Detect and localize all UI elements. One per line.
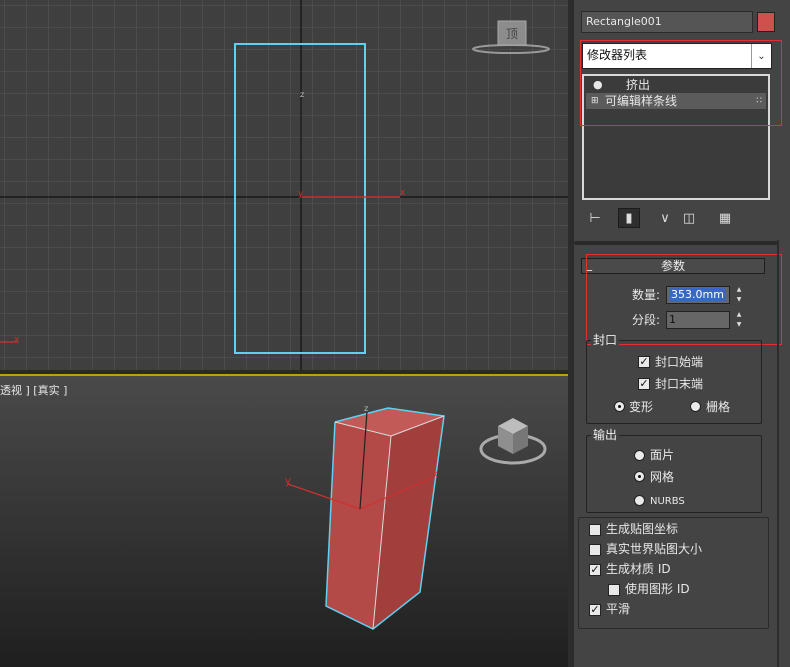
x-axis-label: x <box>432 469 438 480</box>
amount-spinner[interactable]: ▲ ▼ <box>734 286 744 304</box>
output-group-title: 输出 <box>591 427 620 443</box>
panel-scroll-divider <box>574 241 779 245</box>
world-axis-x-label: x <box>14 335 20 345</box>
perspective-viewport[interactable]: 透视 ] [真实 ] y x z <box>0 374 568 667</box>
morph-radio[interactable] <box>614 401 625 412</box>
object-color-swatch[interactable] <box>757 12 775 32</box>
gen-mat-id-checkbox[interactable]: ✓ <box>589 564 601 576</box>
show-end-result-icon[interactable]: ▮ <box>618 208 640 228</box>
smooth-label: 平滑 <box>606 602 631 616</box>
perspective-scene: y x z <box>285 404 547 630</box>
use-shape-id-label: 使用图形 ID <box>625 582 690 596</box>
modifier-list-dropdown[interactable]: 修改器列表 ⌄ <box>582 43 772 69</box>
amount-input[interactable]: 353.0mm <box>666 286 730 304</box>
modifier-stack[interactable]: ● 挤出 ⊞ 可编辑样条线 ∷ <box>582 74 770 200</box>
z-axis-label: z <box>364 404 368 413</box>
configure-sets-icon[interactable]: ▦ <box>714 208 736 228</box>
nurbs-radio[interactable] <box>634 495 645 506</box>
stack-item-label: 可编辑样条线 <box>605 94 678 108</box>
use-shape-id-checkbox[interactable] <box>608 584 620 596</box>
patch-radio[interactable] <box>634 450 645 461</box>
modifier-list-label: 修改器列表 <box>587 48 648 62</box>
gen-mat-id-label: 生成材质 ID <box>606 562 671 576</box>
viewcube-top-label: 顶 <box>506 27 518 41</box>
stack-item-extrude[interactable]: ● 挤出 <box>586 77 766 93</box>
cap-start-label: 封口始端 <box>655 355 704 369</box>
lightbulb-icon[interactable]: ● <box>593 77 603 93</box>
nurbs-label: NURBS <box>650 496 685 507</box>
smooth-checkbox[interactable]: ✓ <box>589 604 601 616</box>
chevron-down-icon[interactable]: ⌄ <box>751 44 771 68</box>
collapse-icon[interactable]: _ <box>586 257 592 271</box>
amount-value: 353.0mm <box>669 288 726 301</box>
patch-label: 面片 <box>650 448 675 462</box>
mesh-radio[interactable] <box>634 471 645 482</box>
real-world-checkbox[interactable] <box>589 544 601 556</box>
morph-label: 变形 <box>629 400 654 414</box>
cap-end-label: 封口末端 <box>655 377 704 391</box>
object-name-field[interactable]: Rectangle001 <box>581 11 753 33</box>
capping-group-title: 封口 <box>591 332 620 348</box>
parameters-rollout-header[interactable]: _ 参数 <box>581 257 765 274</box>
rollout-title: 参数 <box>660 259 685 273</box>
real-world-label: 真实世界贴图大小 <box>606 542 703 556</box>
segments-input[interactable]: 1 <box>666 311 730 329</box>
make-unique-icon[interactable]: ∨ <box>654 208 676 228</box>
panel-scrollbar[interactable] <box>777 240 779 667</box>
remove-modifier-icon[interactable]: ◫ <box>678 208 700 228</box>
segments-label: 分段: <box>632 313 661 327</box>
segments-value: 1 <box>669 313 676 326</box>
sub-object-dots-icon: ∷ <box>756 96 762 106</box>
command-panel: Rectangle001 修改器列表 ⌄ ● 挤出 ⊞ 可编辑样条线 ∷ ⊢ ▮… <box>574 0 790 667</box>
mesh-label: 网格 <box>650 470 675 484</box>
x-axis-label: x <box>400 188 406 198</box>
amount-label: 数量: <box>632 288 661 302</box>
y-axis-label: y <box>298 189 304 199</box>
plus-box-icon[interactable]: ⊞ <box>591 93 599 109</box>
grid-label: 栅格 <box>706 400 731 414</box>
grid-radio[interactable] <box>690 401 701 412</box>
stack-item-editable-spline[interactable]: ⊞ 可编辑样条线 ∷ <box>586 93 766 109</box>
pin-stack-icon[interactable]: ⊢ <box>584 208 606 228</box>
gen-mapping-label: 生成贴图坐标 <box>606 522 679 536</box>
cap-end-checkbox[interactable]: ✓ <box>638 378 650 390</box>
stack-item-label: 挤出 <box>626 78 651 92</box>
segments-spinner[interactable]: ▲ ▼ <box>734 311 744 329</box>
top-viewport-grid: z x y x 顶 <box>0 0 568 370</box>
viewcube-perspective[interactable] <box>479 418 547 465</box>
gen-mapping-checkbox[interactable] <box>589 524 601 536</box>
cap-start-checkbox[interactable]: ✓ <box>638 356 650 368</box>
z-axis-label: z <box>300 90 304 99</box>
y-axis-label: y <box>285 476 291 487</box>
top-viewport[interactable]: z x y x 顶 <box>0 0 568 370</box>
